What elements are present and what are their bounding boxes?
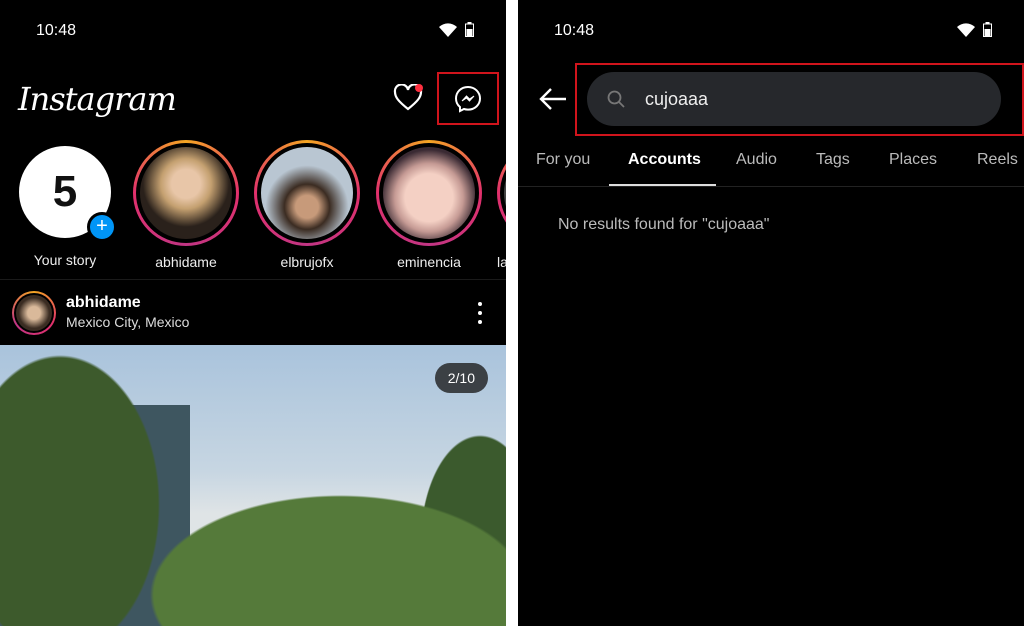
post-location[interactable]: Mexico City, Mexico [66, 314, 189, 330]
tab-accounts[interactable]: Accounts [628, 151, 701, 169]
search-icon [607, 90, 625, 108]
wifi-icon [439, 22, 457, 37]
status-time: 10:48 [554, 22, 595, 39]
battery-icon [983, 22, 992, 37]
story-your-story[interactable]: 5 + Your story [12, 140, 118, 268]
story-label: Your story [33, 252, 97, 268]
story-eminencia[interactable]: eminencia [376, 140, 482, 270]
story-label: la [497, 254, 506, 270]
status-icons [957, 22, 992, 37]
story-elbrujofx[interactable]: elbrujofx [254, 140, 360, 270]
your-story-avatar: 5 + [19, 146, 117, 242]
tab-audio[interactable]: Audio [736, 151, 777, 169]
tab-places[interactable]: Places [889, 151, 937, 169]
tab-tags[interactable]: Tags [816, 151, 850, 169]
back-button[interactable] [538, 86, 568, 117]
add-story-icon[interactable]: + [87, 212, 117, 242]
instagram-feed-screen: 10:48 Instagram 5 + Your story abhidame … [0, 0, 506, 626]
messenger-button[interactable] [437, 72, 499, 125]
status-time: 10:48 [36, 22, 77, 39]
image-counter-badge: 2/10 [434, 363, 488, 393]
story-label: elbrujofx [280, 254, 334, 270]
avatar [140, 147, 232, 239]
post-image[interactable]: 2/10 [0, 345, 506, 626]
no-results-message: No results found for "cujoaaa" [558, 216, 770, 233]
tab-reels[interactable]: Reels [977, 151, 1018, 169]
story-partial[interactable]: la [497, 140, 506, 270]
heart-icon [393, 83, 423, 111]
tab-for-you[interactable]: For you [536, 151, 590, 169]
story-label: abhidame [155, 254, 217, 270]
instagram-logo: Instagram [18, 80, 177, 118]
arrow-left-icon [539, 88, 566, 110]
avatar [261, 147, 353, 239]
divider [0, 279, 506, 280]
instagram-search-screen: 10:48 cujoaaa For you Accounts Audio Tag… [518, 0, 1024, 626]
messenger-icon [454, 85, 482, 113]
story-abhidame[interactable]: abhidame [133, 140, 239, 270]
avatar [383, 147, 475, 239]
post-avatar[interactable] [12, 291, 56, 335]
notifications-button[interactable] [393, 83, 423, 117]
search-query: cujoaaa [645, 88, 709, 109]
story-label: eminencia [397, 254, 461, 270]
search-input[interactable]: cujoaaa [587, 72, 1001, 126]
wifi-icon [957, 22, 975, 37]
status-icons [439, 22, 474, 37]
post-options-button[interactable] [470, 302, 490, 324]
post-username[interactable]: abhidame [66, 294, 141, 312]
battery-icon [465, 22, 474, 37]
tabs-divider [518, 186, 1024, 187]
